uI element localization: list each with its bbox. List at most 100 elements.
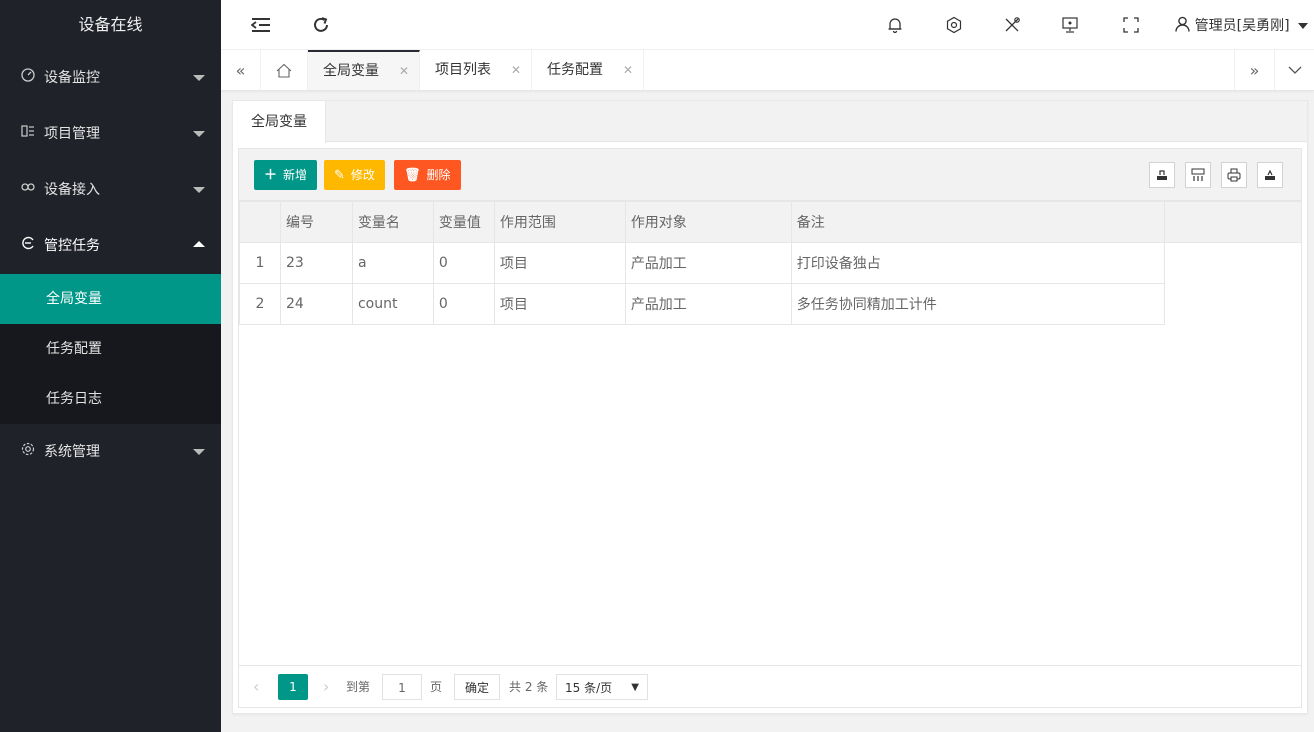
cell-scope: 项目	[493, 242, 626, 284]
sub-item-task-config[interactable]: 任务配置	[0, 324, 221, 374]
chevron-down-icon	[193, 131, 205, 137]
collapse-menu-icon[interactable]	[241, 0, 281, 50]
app-logo: 设备在线	[0, 0, 221, 50]
sub-item-task-log[interactable]: 任务日志	[0, 374, 221, 424]
nav-item-label: 项目管理	[44, 126, 100, 142]
add-button-label: 新增	[283, 168, 308, 182]
table-header-row: 编号 变量名 变量值 作用范围 作用对象 备注	[239, 201, 1301, 243]
tab-label: 全局变量	[323, 63, 379, 79]
row-index: 2	[239, 283, 281, 325]
cell-scope: 项目	[493, 283, 626, 325]
next-page-icon[interactable]: ›	[323, 674, 329, 700]
close-icon[interactable]: ✕	[399, 52, 409, 90]
confirm-button[interactable]: 确定	[454, 674, 500, 700]
tabs-scroll-left-icon[interactable]: «	[221, 50, 261, 90]
prev-page-icon[interactable]: ‹	[253, 674, 259, 700]
cell-remark: 多任务协同精加工计件	[790, 283, 1165, 325]
cell-name: a	[351, 242, 434, 284]
print-icon[interactable]	[1221, 162, 1247, 188]
cell-remark: 打印设备独占	[790, 242, 1165, 284]
table-row[interactable]: 2 24 count 0 项目 产品加工 多任务协同精加工计件	[239, 283, 1302, 325]
caret-down-icon	[1298, 23, 1308, 29]
project-icon	[20, 107, 36, 163]
page-unit: 页	[430, 680, 443, 694]
user-name: 管理员[吴勇刚]	[1194, 18, 1290, 34]
fullscreen-icon[interactable]	[1111, 0, 1151, 50]
pencil-icon: ✎	[334, 168, 345, 183]
bell-icon[interactable]	[875, 0, 915, 50]
theme-icon[interactable]	[934, 0, 974, 50]
link-icon	[20, 163, 36, 219]
table-row[interactable]: 1 23 a 0 项目 产品加工 打印设备独占	[239, 242, 1302, 284]
nav-item-label: 系统管理	[44, 444, 100, 460]
edit-button-label: 修改	[350, 168, 375, 182]
row-index: 1	[239, 242, 281, 284]
chevron-down-icon	[193, 187, 205, 193]
tab-global-vars[interactable]: 全局变量 ✕	[308, 50, 420, 90]
screen-icon[interactable]	[1050, 0, 1090, 50]
close-icon[interactable]: ✕	[511, 50, 521, 90]
cell-target: 产品加工	[624, 242, 792, 284]
content-card: 全局变量 ＋ 新增 ✎ 修改 🗑 删除 编号 变量名 变量值 作用范围 作用对象 …	[232, 100, 1308, 714]
cell-id: 23	[279, 242, 353, 284]
page-current[interactable]: 1	[278, 674, 308, 700]
user-menu[interactable]: 管理员[吴勇刚]	[1175, 0, 1308, 50]
gauge-icon	[20, 51, 36, 107]
cell-name: count	[351, 283, 434, 325]
cell-value: 0	[432, 242, 495, 284]
home-icon[interactable]	[261, 50, 308, 90]
data-grid: ＋ 新增 ✎ 修改 🗑 删除 编号 变量名 变量值 作用范围 作用对象 备注 1 …	[238, 148, 1302, 708]
header-id[interactable]: 编号	[279, 201, 353, 243]
nav-item-project-manage[interactable]: 项目管理	[0, 106, 221, 162]
plus-icon: ＋	[264, 168, 278, 183]
page-input[interactable]: 1	[382, 674, 422, 700]
nav-item-label: 设备接入	[44, 182, 100, 198]
export-icon[interactable]	[1257, 162, 1283, 188]
tabs-menu-chevron-down-icon[interactable]	[1274, 50, 1314, 90]
total-count: 共 2 条	[509, 680, 549, 694]
header-scope[interactable]: 作用范围	[493, 201, 626, 243]
page-size-value: 15 条/页	[565, 681, 613, 695]
page-size-select[interactable]: 15 条/页 ▼	[556, 674, 648, 700]
header-name[interactable]: 变量名	[351, 201, 434, 243]
columns-icon[interactable]	[1185, 162, 1211, 188]
header-spacer	[1163, 201, 1301, 243]
edit-button[interactable]: ✎ 修改	[324, 160, 385, 190]
card-tabs: 全局变量	[233, 101, 1307, 143]
import-icon[interactable]	[1149, 162, 1175, 188]
trash-icon: 🗑	[404, 168, 421, 183]
nav-item-label: 设备监控	[44, 70, 100, 86]
header-remark[interactable]: 备注	[790, 201, 1165, 243]
pagination: ‹ 1 › 到第 1 页 确定 共 2 条 15 条/页 ▼	[239, 665, 1301, 707]
delete-button-label: 删除	[426, 168, 451, 182]
header-value[interactable]: 变量值	[432, 201, 495, 243]
nav-item-system-manage[interactable]: 系统管理	[0, 424, 221, 480]
tab-project-list[interactable]: 项目列表 ✕	[420, 50, 532, 90]
nav-item-control-task[interactable]: 管控任务	[0, 218, 221, 274]
grid-toolbar: ＋ 新增 ✎ 修改 🗑 删除	[239, 149, 1301, 201]
sidebar: 设备在线 设备监控 项目管理 设备接入 管控任务 全局变量 任务配置 任务日志 …	[0, 0, 221, 732]
sub-item-global-vars[interactable]: 全局变量	[0, 274, 221, 324]
tab-label: 任务配置	[547, 62, 603, 78]
delete-button[interactable]: 🗑 删除	[394, 160, 461, 190]
cell-spacer	[1164, 243, 1301, 284]
nav-item-device-access[interactable]: 设备接入	[0, 162, 221, 218]
tabs-scroll-right-icon[interactable]: »	[1234, 50, 1274, 90]
tools-icon[interactable]	[992, 0, 1032, 50]
nav-item-label: 管控任务	[44, 238, 100, 254]
header-index	[239, 201, 281, 243]
add-button[interactable]: ＋ 新增	[254, 160, 318, 190]
caret-down-icon: ▼	[631, 682, 639, 693]
gear-icon	[20, 425, 36, 481]
nav-item-device-monitor[interactable]: 设备监控	[0, 50, 221, 106]
cell-value: 0	[432, 283, 495, 325]
goto-label: 到第	[346, 680, 371, 694]
refresh-icon[interactable]	[301, 0, 341, 50]
chevron-down-icon	[193, 75, 205, 81]
card-tab-global-vars[interactable]: 全局变量	[233, 101, 326, 143]
header-target[interactable]: 作用对象	[624, 201, 792, 243]
submenu: 全局变量 任务配置 任务日志	[0, 274, 221, 424]
task-icon	[20, 219, 36, 275]
tab-task-config[interactable]: 任务配置 ✕	[532, 50, 644, 90]
close-icon[interactable]: ✕	[623, 50, 633, 90]
